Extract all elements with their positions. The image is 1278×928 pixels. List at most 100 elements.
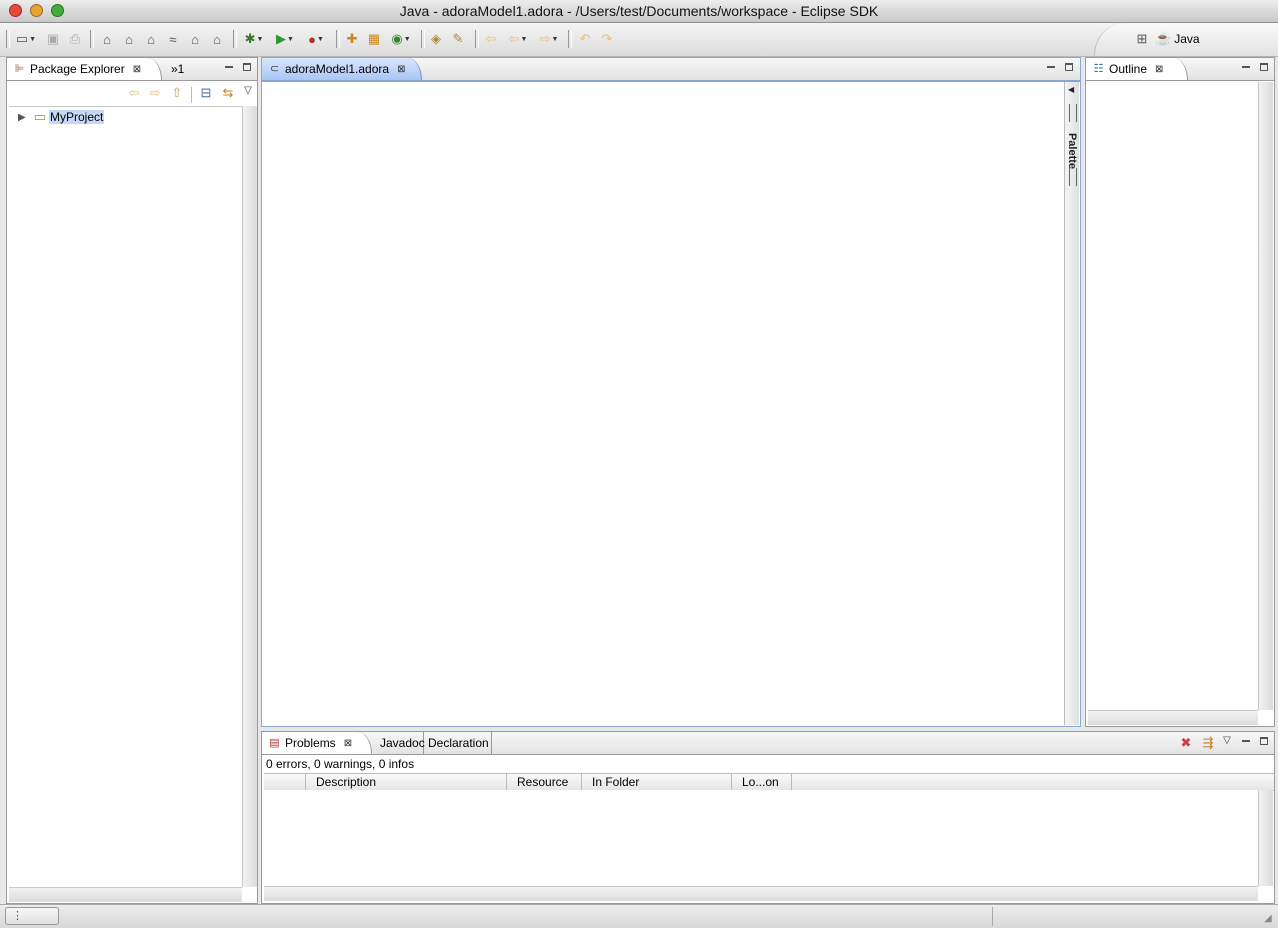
maximize-icon[interactable] — [1260, 63, 1268, 71]
show-palette-icon[interactable]: ◀ — [1068, 85, 1074, 94]
maximize-icon[interactable] — [1065, 63, 1073, 71]
new-package-button[interactable]: ▦ — [365, 29, 383, 49]
print-button[interactable]: ⎙ — [66, 29, 84, 49]
close-icon[interactable]: ⊠ — [344, 738, 352, 749]
minimize-icon[interactable] — [1242, 66, 1250, 68]
tab-package-explorer[interactable]: ⊫ Package Explorer ⊠ — [7, 58, 162, 80]
tab-declaration[interactable]: Declaration — [424, 732, 492, 754]
package-explorer-tree: ▶ ▭ MyProject — [9, 106, 242, 888]
external-tools-button[interactable]: ● ▼ — [302, 29, 330, 49]
tab-problems[interactable]: ▤ Problems ⊠ — [262, 732, 372, 754]
debug-button[interactable]: ✱ ▼ — [240, 29, 268, 49]
column-header-location[interactable]: Lo...on — [732, 774, 792, 790]
adora-tool-2-button[interactable]: ⌂ — [119, 29, 139, 49]
expand-arrow-icon[interactable]: ▶ — [18, 112, 26, 123]
open-perspective-icon: ⊞ — [1136, 31, 1148, 46]
undo-button[interactable]: ↶ — [576, 29, 594, 49]
maximize-icon[interactable] — [1260, 737, 1268, 745]
close-icon[interactable]: ⊠ — [1155, 64, 1163, 75]
java-perspective-button[interactable]: ☕ Java — [1155, 29, 1215, 49]
filter-button[interactable]: ⇶ — [1200, 733, 1216, 753]
view-menu-button[interactable]: ▽ — [241, 80, 255, 100]
maximize-icon[interactable] — [243, 63, 251, 71]
minimize-icon[interactable] — [1242, 740, 1250, 742]
new-java-project-button[interactable]: ✚ — [343, 29, 361, 49]
problems-tab-label: Problems — [285, 736, 336, 750]
fast-view-bar[interactable]: ⋮ — [5, 907, 59, 925]
column-header-description[interactable]: Description — [306, 774, 507, 790]
open-perspective-button[interactable]: ⊞ — [1133, 29, 1151, 49]
link-with-editor-button[interactable]: ⇆ — [219, 83, 237, 103]
tab-javadoc[interactable]: Javadoc — [374, 732, 425, 754]
problems-table-body — [264, 790, 1258, 886]
adora-tool-6-button[interactable]: ⌂ — [207, 29, 227, 49]
open-type-button[interactable]: ◈ — [427, 29, 445, 49]
delete-button[interactable]: ✖ — [1178, 733, 1194, 753]
dropdown-arrow-icon: ▼ — [403, 35, 411, 43]
vertical-scrollbar[interactable] — [1258, 82, 1273, 710]
minimize-icon[interactable] — [225, 66, 233, 68]
horizontal-scrollbar[interactable] — [9, 887, 242, 902]
back-button[interactable]: ⇦ ▼ — [504, 29, 532, 49]
view-menu-icon: ▽ — [1223, 734, 1231, 746]
column-header-icon[interactable] — [264, 774, 306, 790]
vertical-scrollbar[interactable] — [242, 106, 257, 887]
back-arrow-icon: ⇦ — [128, 85, 140, 100]
collapse-all-icon: ⊟ — [200, 85, 212, 100]
forward-arrow-icon: ⇨ — [539, 31, 551, 46]
up-button[interactable]: ⇧ — [168, 83, 186, 103]
close-icon[interactable]: ⊠ — [397, 64, 405, 75]
adora-tool-4-button[interactable]: ≈ — [163, 29, 183, 49]
column-header-resource[interactable]: Resource — [507, 774, 582, 790]
forward-button[interactable]: ⇨ — [146, 83, 164, 103]
diagram-canvas[interactable] — [264, 82, 1064, 725]
filter-icon: ⇶ — [1202, 735, 1214, 750]
tab-adoramodel1[interactable]: ⊂ adoraModel1.adora ⊠ — [262, 58, 422, 80]
problems-icon: ▤ — [269, 736, 280, 749]
adora-tool-5-button[interactable]: ⌂ — [185, 29, 205, 49]
link-with-editor-icon: ⇆ — [222, 85, 234, 100]
collapse-all-button[interactable]: ⊟ — [197, 83, 215, 103]
new-wizard-button[interactable]: ▭ ▼ — [13, 29, 39, 49]
new-icon: ▭ — [15, 31, 29, 46]
status-divider — [992, 907, 993, 926]
save-icon: ▣ — [46, 31, 60, 46]
toolbar-separator — [336, 30, 340, 48]
toolbar-separator — [421, 30, 425, 48]
dropdown-arrow-icon: ▼ — [551, 35, 559, 43]
tab-outline[interactable]: ☷ Outline ⊠ — [1086, 58, 1188, 80]
save-button[interactable]: ▣ — [44, 29, 62, 49]
vertical-scrollbar[interactable] — [1258, 790, 1273, 886]
palette-grip-icon — [1069, 104, 1077, 122]
search-button[interactable]: ✎ — [449, 29, 467, 49]
search-icon: ✎ — [452, 31, 464, 46]
view-overflow-button[interactable]: »1 — [165, 58, 195, 80]
column-header-in-folder[interactable]: In Folder — [582, 774, 732, 790]
adora-tool-1-button[interactable]: ⌂ — [97, 29, 117, 49]
undo-icon: ↶ — [579, 31, 591, 46]
horizontal-scrollbar[interactable] — [1088, 710, 1258, 725]
forward-button[interactable]: ⇨ ▼ — [535, 29, 563, 49]
horizontal-scrollbar[interactable] — [264, 886, 1258, 901]
dropdown-arrow-icon: ▼ — [29, 35, 37, 43]
back-button[interactable]: ⇦ — [125, 83, 143, 103]
close-icon[interactable]: ⊠ — [133, 64, 141, 75]
editor-tabstrip: ⊂ adoraModel1.adora ⊠ — [262, 58, 1080, 82]
package-explorer-panel: ⊫ Package Explorer ⊠ »1 ⇦ ⇨ ⇧ ⊟ ⇆ ▽ ▶ ▭ … — [6, 57, 258, 904]
tree-item-myproject[interactable]: ▶ ▭ MyProject — [9, 108, 209, 126]
adora-edge-icon: ≈ — [169, 31, 177, 47]
adora-node-icon: ⌂ — [125, 31, 133, 47]
view-menu-button[interactable]: ▽ — [1220, 730, 1234, 750]
window-title-bar: Java - adoraModel1.adora - /Users/test/D… — [0, 0, 1278, 23]
window-title: Java - adoraModel1.adora - /Users/test/D… — [399, 3, 879, 19]
adora-tool-3-button[interactable]: ⌂ — [141, 29, 161, 49]
redo-button[interactable]: ↷ — [598, 29, 616, 49]
resize-grip-icon[interactable]: ◢ — [1264, 913, 1272, 924]
outline-content — [1088, 82, 1258, 710]
run-button[interactable]: ▶ ▼ — [271, 29, 299, 49]
minimize-icon[interactable] — [1047, 66, 1055, 68]
dropdown-arrow-icon: ▼ — [256, 35, 264, 43]
last-edit-location-button[interactable]: ⇦ — [482, 29, 500, 49]
new-class-button[interactable]: ◉ ▼ — [387, 29, 415, 49]
palette-strip[interactable]: ◀ Palette — [1064, 82, 1079, 725]
